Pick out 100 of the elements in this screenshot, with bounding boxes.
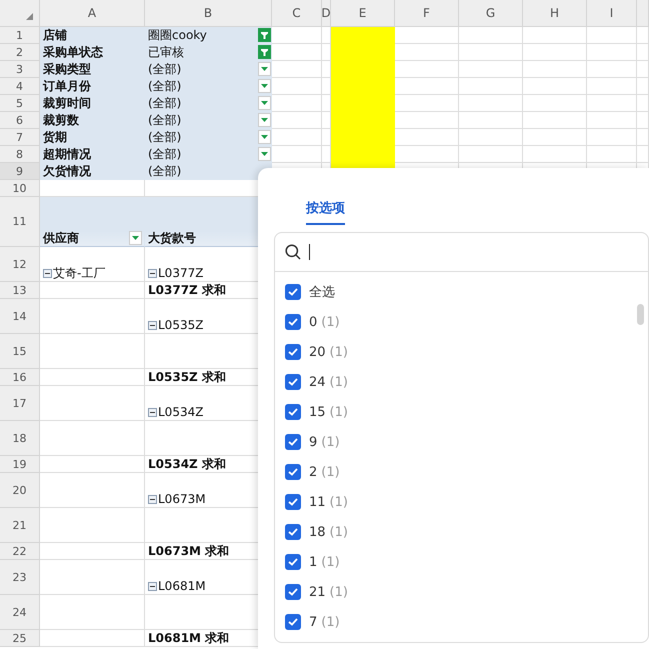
cell-text: 供应商 bbox=[43, 231, 79, 245]
column-header[interactable]: F bbox=[395, 0, 459, 27]
row-header[interactable]: 1 bbox=[0, 27, 40, 44]
row-header[interactable]: 18 bbox=[0, 421, 40, 456]
row-header[interactable]: 24 bbox=[0, 595, 40, 630]
collapse-icon[interactable] bbox=[148, 321, 157, 330]
checkbox[interactable] bbox=[285, 434, 301, 450]
collapse-icon[interactable] bbox=[43, 269, 52, 278]
option-label[interactable]: 9 bbox=[309, 434, 318, 450]
option-label[interactable]: 15 bbox=[309, 404, 326, 420]
select-all-icon[interactable] bbox=[26, 13, 33, 20]
checkbox[interactable] bbox=[285, 584, 301, 600]
option-label[interactable]: 0 bbox=[309, 314, 318, 330]
option-label[interactable]: 18 bbox=[309, 524, 326, 540]
row-header[interactable]: 6 bbox=[0, 112, 40, 129]
option-label[interactable]: 7 bbox=[309, 614, 318, 630]
cell-text: 货期 bbox=[43, 130, 67, 144]
row-header[interactable]: 9 bbox=[0, 163, 40, 180]
funnel-icon bbox=[261, 32, 268, 38]
row-header[interactable]: 20 bbox=[0, 473, 40, 508]
filter-dropdown-button[interactable] bbox=[258, 113, 271, 127]
row-header[interactable]: 23 bbox=[0, 560, 40, 595]
row-header[interactable]: 7 bbox=[0, 129, 40, 146]
collapse-icon[interactable] bbox=[148, 582, 157, 591]
checkbox[interactable] bbox=[285, 554, 301, 570]
checkbox[interactable] bbox=[285, 374, 301, 390]
collapse-icon[interactable] bbox=[148, 269, 157, 278]
row-header[interactable]: 14 bbox=[0, 299, 40, 334]
table-cell bbox=[523, 61, 587, 78]
row-header[interactable]: 21 bbox=[0, 508, 40, 543]
cell-text: (全部) bbox=[148, 96, 182, 110]
cell-text: L0681M bbox=[158, 579, 206, 593]
checkmark-icon bbox=[288, 348, 298, 356]
row-header[interactable]: 4 bbox=[0, 78, 40, 95]
row-header[interactable]: 22 bbox=[0, 543, 40, 560]
row-header[interactable]: 8 bbox=[0, 146, 40, 163]
option-label[interactable]: 20 bbox=[309, 344, 326, 360]
row-header[interactable]: 3 bbox=[0, 61, 40, 78]
row-header[interactable]: 2 bbox=[0, 44, 40, 61]
table-cell bbox=[637, 78, 649, 95]
filter-dropdown-button[interactable] bbox=[258, 130, 271, 144]
table-cell bbox=[272, 95, 322, 112]
filter-dropdown-button[interactable] bbox=[258, 96, 271, 110]
filter-dropdown-button[interactable] bbox=[258, 147, 271, 161]
checkmark-icon bbox=[288, 588, 298, 596]
row-header[interactable]: 5 bbox=[0, 95, 40, 112]
column-header[interactable]: G bbox=[459, 0, 523, 27]
option-label[interactable]: 全选 bbox=[309, 283, 335, 301]
cell-text: 已审核 bbox=[148, 45, 184, 59]
option-label[interactable]: 1 bbox=[309, 554, 318, 570]
checkbox[interactable] bbox=[285, 494, 301, 510]
filter-dropdown-button[interactable] bbox=[258, 62, 271, 76]
checkbox[interactable] bbox=[285, 524, 301, 540]
row-header[interactable]: 16 bbox=[0, 369, 40, 386]
column-header[interactable]: I bbox=[587, 0, 637, 27]
checkbox[interactable] bbox=[285, 614, 301, 630]
column-header[interactable]: C bbox=[272, 0, 322, 27]
row-header[interactable]: 17 bbox=[0, 386, 40, 421]
row-header[interactable]: 19 bbox=[0, 456, 40, 473]
table-cell bbox=[395, 61, 459, 78]
column-header[interactable]: D bbox=[322, 0, 331, 27]
row-header[interactable]: 25 bbox=[0, 630, 40, 647]
collapse-icon[interactable] bbox=[148, 495, 157, 504]
table-cell bbox=[637, 61, 649, 78]
table-cell bbox=[459, 44, 523, 61]
row-header[interactable]: 12 bbox=[0, 247, 40, 282]
checkbox[interactable] bbox=[285, 404, 301, 420]
option-label[interactable]: 24 bbox=[309, 374, 326, 390]
row-header[interactable]: 13 bbox=[0, 282, 40, 299]
filter-dropdown-button[interactable] bbox=[129, 231, 142, 245]
filter-applied-button[interactable] bbox=[258, 28, 271, 42]
checkbox[interactable] bbox=[285, 284, 301, 300]
caret-icon bbox=[261, 84, 268, 88]
table-cell bbox=[395, 44, 459, 61]
checkbox[interactable] bbox=[285, 344, 301, 360]
filter-tab[interactable]: 按选项 bbox=[306, 199, 345, 225]
table-cell bbox=[272, 112, 322, 129]
row-header[interactable]: 10 bbox=[0, 180, 40, 197]
cell-text: (全部) bbox=[148, 113, 182, 127]
table-cell bbox=[395, 129, 459, 146]
row-header[interactable]: 11 bbox=[0, 197, 40, 247]
checkbox[interactable] bbox=[285, 314, 301, 330]
filter-applied-button[interactable] bbox=[258, 45, 271, 59]
column-header[interactable]: H bbox=[523, 0, 587, 27]
cell-text: L0681M 求和 bbox=[148, 631, 230, 645]
option-count: (1) bbox=[321, 434, 340, 450]
option-count: (1) bbox=[330, 344, 348, 360]
option-label[interactable]: 21 bbox=[309, 584, 326, 600]
checkmark-icon bbox=[288, 498, 298, 506]
checkmark-icon bbox=[288, 468, 298, 476]
row-header[interactable]: 15 bbox=[0, 334, 40, 369]
option-count: (1) bbox=[330, 374, 348, 390]
table-cell bbox=[587, 44, 637, 61]
option-label[interactable]: 2 bbox=[309, 464, 318, 480]
collapse-icon[interactable] bbox=[148, 408, 157, 417]
filter-dropdown-button[interactable] bbox=[258, 79, 271, 93]
table-cell bbox=[459, 27, 523, 44]
scrollbar-thumb[interactable] bbox=[637, 304, 644, 325]
checkbox[interactable] bbox=[285, 464, 301, 480]
option-label[interactable]: 11 bbox=[309, 494, 326, 510]
